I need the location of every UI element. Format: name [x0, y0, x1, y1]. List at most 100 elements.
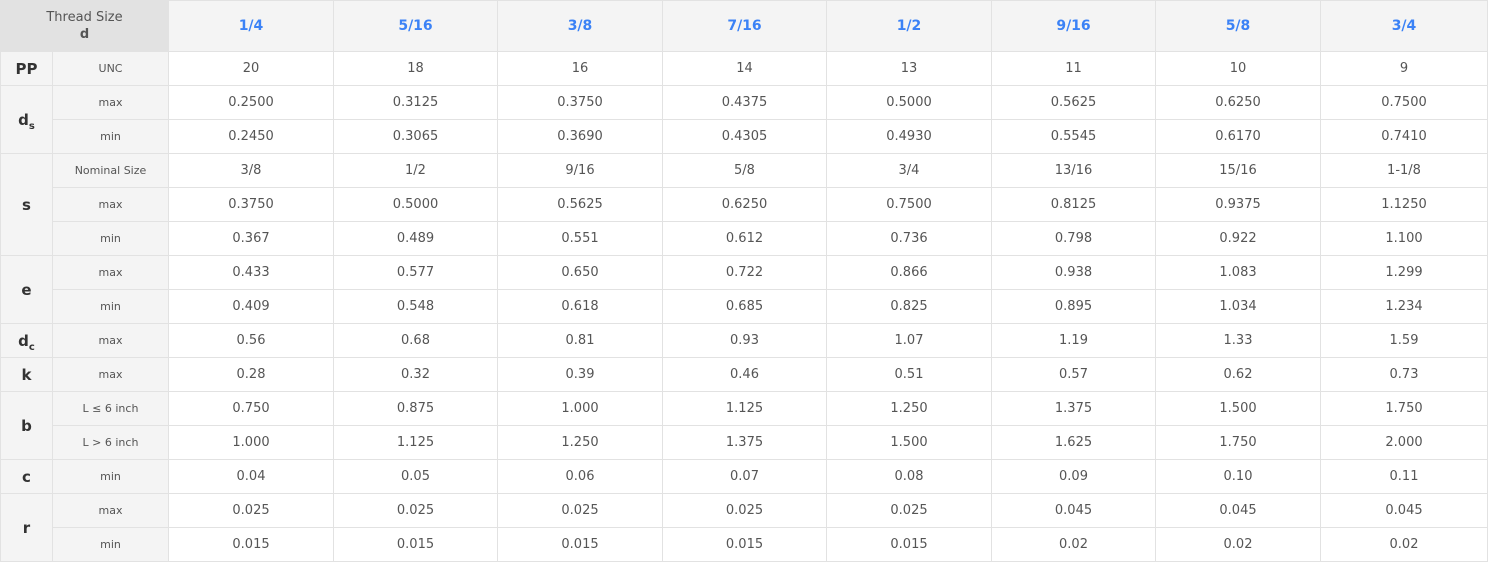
value-cell: 0.7500 — [1320, 85, 1488, 120]
value-cell: 0.5545 — [991, 119, 1156, 154]
value-cell: 9/16 — [497, 153, 663, 188]
value-cell: 0.5000 — [333, 187, 498, 222]
value-cell: 1.19 — [991, 323, 1156, 358]
value-cell: 0.09 — [991, 459, 1156, 494]
value-cell: 14 — [662, 51, 827, 86]
value-cell: 0.025 — [826, 493, 992, 528]
value-cell: 0.51 — [826, 357, 992, 392]
value-cell: 0.3750 — [168, 187, 334, 222]
thread-size-variable: d — [79, 27, 90, 42]
value-cell: 0.93 — [662, 323, 827, 358]
param-e: e — [0, 255, 53, 324]
size-header: 5/8 — [1155, 0, 1321, 52]
value-cell: 15/16 — [1155, 153, 1321, 188]
param-dc: dc — [0, 323, 53, 358]
value-cell: 0.4305 — [662, 119, 827, 154]
value-cell: 1.250 — [826, 391, 992, 426]
value-cell: 0.2500 — [168, 85, 334, 120]
value-cell: 0.5625 — [991, 85, 1156, 120]
value-cell: 0.025 — [333, 493, 498, 528]
value-cell: 0.736 — [826, 221, 992, 256]
value-cell: 0.015 — [662, 527, 827, 562]
value-cell: 0.5625 — [497, 187, 663, 222]
value-cell: 1.250 — [497, 425, 663, 460]
value-cell: 1.000 — [497, 391, 663, 426]
value-cell: 1.000 — [168, 425, 334, 460]
value-cell: 0.685 — [662, 289, 827, 324]
param-c: c — [0, 459, 53, 494]
value-cell: 0.025 — [168, 493, 334, 528]
value-cell: 13/16 — [991, 153, 1156, 188]
value-cell: 0.02 — [991, 527, 1156, 562]
value-cell: 0.938 — [991, 255, 1156, 290]
value-cell: 0.73 — [1320, 357, 1488, 392]
param-s: s — [0, 153, 53, 256]
value-cell: 0.015 — [826, 527, 992, 562]
value-cell: 0.4375 — [662, 85, 827, 120]
value-cell: 16 — [497, 51, 663, 86]
value-cell: 1.375 — [662, 425, 827, 460]
table-row: min 0.2450 0.3065 0.3690 0.4305 0.4930 0.5545 0… — [1, 119, 1488, 154]
value-cell: 3/4 — [826, 153, 992, 188]
table-header-row: Thread Size d 1/4 5/16 3/8 7/16 1/2 9/16… — [0, 0, 1488, 52]
value-cell: 13 — [826, 51, 992, 86]
table-row: max 0.3750 0.5000 0.5625 0.6250 0.7500 0.8125 0… — [1, 187, 1488, 222]
value-cell: 0.81 — [497, 323, 663, 358]
value-cell: 1.125 — [333, 425, 498, 460]
value-cell: 0.6170 — [1155, 119, 1321, 154]
value-cell: 0.045 — [1155, 493, 1321, 528]
value-cell: 0.8125 — [991, 187, 1156, 222]
table-row: k max 0.28 0.32 0.39 0.46 0.51 0.57 0.62 0.73 — [0, 357, 1488, 392]
value-cell: 0.6250 — [1155, 85, 1321, 120]
value-cell: 0.045 — [1320, 493, 1488, 528]
size-header: 5/16 — [333, 0, 498, 52]
value-cell: 1.299 — [1320, 255, 1488, 290]
table-row: e max 0.433 0.577 0.650 0.722 0.866 0.938 1.083 1… — [0, 255, 1488, 324]
value-cell: 0.551 — [497, 221, 663, 256]
size-header: 1/2 — [826, 0, 992, 52]
value-cell: 0.7500 — [826, 187, 992, 222]
row-qualifier: max — [52, 85, 169, 120]
value-cell: 0.922 — [1155, 221, 1321, 256]
value-cell: 0.025 — [497, 493, 663, 528]
row-qualifier: max — [52, 187, 169, 222]
value-cell: 0.825 — [826, 289, 992, 324]
row-qualifier: Nominal Size — [52, 153, 169, 188]
value-cell: 0.05 — [333, 459, 498, 494]
value-cell: 0.3690 — [497, 119, 663, 154]
param-ds: ds — [0, 85, 53, 154]
row-qualifier: UNC — [52, 51, 169, 86]
param-ds-subscript: s — [28, 120, 35, 132]
value-cell: 0.433 — [168, 255, 334, 290]
table-row: r max 0.025 0.025 0.025 0.025 0.025 0.045 0.045 0… — [0, 493, 1488, 562]
param-b: b — [0, 391, 53, 460]
value-cell: 0.045 — [991, 493, 1156, 528]
value-cell: 0.577 — [333, 255, 498, 290]
value-cell: 0.612 — [662, 221, 827, 256]
value-cell: 0.015 — [168, 527, 334, 562]
row-qualifier: L ≤ 6 inch — [52, 391, 169, 426]
table-row: dc max 0.56 0.68 0.81 0.93 1.07 1.19 1.33 1.59 — [0, 323, 1488, 358]
value-cell: 0.68 — [333, 323, 498, 358]
value-cell: 0.875 — [333, 391, 498, 426]
thread-size-header: Thread Size d — [0, 0, 169, 52]
value-cell: 1.07 — [826, 323, 992, 358]
value-cell: 0.39 — [497, 357, 663, 392]
value-cell: 1.083 — [1155, 255, 1321, 290]
value-cell: 0.025 — [662, 493, 827, 528]
value-cell: 1.034 — [1155, 289, 1321, 324]
value-cell: 0.650 — [497, 255, 663, 290]
value-cell: 0.28 — [168, 357, 334, 392]
value-cell: 0.798 — [991, 221, 1156, 256]
value-cell: 0.6250 — [662, 187, 827, 222]
value-cell: 0.62 — [1155, 357, 1321, 392]
value-cell: 1.500 — [826, 425, 992, 460]
size-header: 9/16 — [991, 0, 1156, 52]
table-row: L > 6 inch 1.000 1.125 1.250 1.375 1.500 1.625… — [1, 425, 1488, 460]
size-header: 3/4 — [1320, 0, 1488, 52]
value-cell: 0.06 — [497, 459, 663, 494]
value-cell: 0.11 — [1320, 459, 1488, 494]
param-dc-symbol: d — [18, 331, 29, 350]
value-cell: 1.625 — [991, 425, 1156, 460]
value-cell: 1.33 — [1155, 323, 1321, 358]
